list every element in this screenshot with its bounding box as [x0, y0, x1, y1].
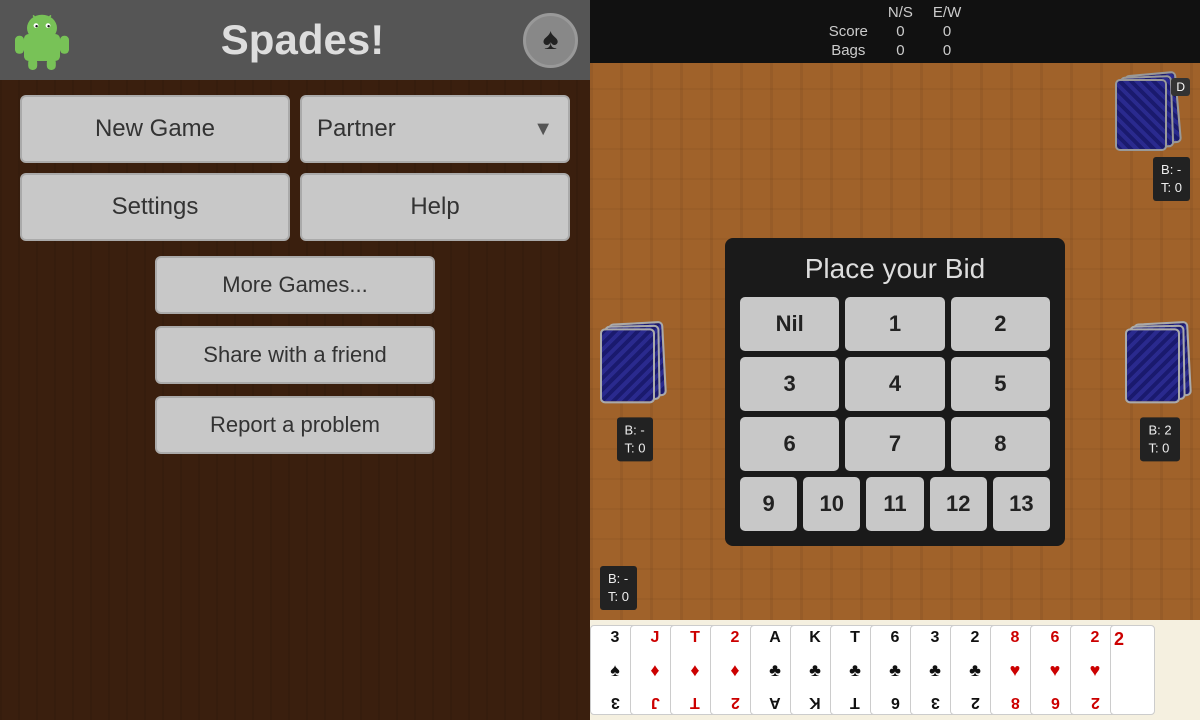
right-panel: N/S E/W Score 0 0 Bags 0 0 D B: - T: 0: [590, 0, 1200, 720]
new-game-button[interactable]: New Game: [20, 95, 290, 163]
ns-score: 0: [888, 23, 913, 40]
report-button[interactable]: Report a problem: [155, 396, 435, 454]
bottom-left-bid: B: -: [608, 570, 629, 588]
left-bid: B: -: [625, 421, 646, 439]
bid-3-button[interactable]: 3: [740, 357, 839, 411]
top-card-stack: D: [1115, 73, 1190, 153]
score-bar: N/S E/W Score 0 0 Bags 0 0: [590, 0, 1200, 63]
bid-9-button[interactable]: 9: [740, 477, 797, 531]
ew-bags: 0: [933, 42, 961, 59]
right-card-stack: [1125, 322, 1195, 412]
ew-score: 0: [933, 23, 961, 40]
card-back: [1115, 79, 1167, 151]
bid-7-button[interactable]: 7: [845, 417, 944, 471]
left-panel: Spades! ♠ New Game Partner ▼ Settings He…: [0, 0, 590, 720]
cards-hand: 3 ♠ 3 J ♦ J T ♦ T 2 ♦ 2 A ♣ A K ♣ K T ♣ …: [590, 620, 1200, 720]
right-bid-box: B: 2 T: 0: [1140, 417, 1179, 461]
main-button-grid: New Game Partner ▼ Settings Help: [0, 80, 590, 251]
ns-label: N/S: [888, 4, 913, 21]
share-button[interactable]: Share with a friend: [155, 326, 435, 384]
spades-icon: ♠: [523, 13, 578, 68]
bid-10-button[interactable]: 10: [803, 477, 860, 531]
bid-5-button[interactable]: 5: [951, 357, 1050, 411]
bags-row-label: Bags: [829, 42, 868, 59]
score-row-label: Score: [829, 23, 868, 40]
right-bid: B: 2: [1148, 421, 1171, 439]
bid-8-button[interactable]: 8: [951, 417, 1050, 471]
partial-card[interactable]: 2: [1110, 625, 1155, 715]
card-back: [600, 328, 655, 403]
score-label: [829, 4, 868, 21]
app-title: Spades!: [82, 16, 523, 64]
more-games-button[interactable]: More Games...: [155, 256, 435, 314]
top-right-tricks: T: 0: [1161, 179, 1182, 197]
right-player: B: 2 T: 0: [1125, 322, 1195, 461]
score-table: N/S E/W Score 0 0 Bags 0 0: [829, 4, 962, 59]
bottom-left-tricks: T: 0: [608, 588, 629, 606]
app-header: Spades! ♠: [0, 0, 590, 80]
top-right-player: D B: - T: 0: [1115, 73, 1190, 201]
top-right-bid: B: -: [1161, 161, 1182, 179]
extra-buttons: More Games... Share with a friend Report…: [0, 251, 590, 459]
bid-dialog-title: Place your Bid: [740, 253, 1050, 285]
ns-bags: 0: [888, 42, 913, 59]
bid-11-button[interactable]: 11: [866, 477, 923, 531]
bid-grid: Nil 1 2 3 4 5 6 7 8: [740, 297, 1050, 471]
partner-label: Partner: [317, 115, 396, 143]
bid-1-button[interactable]: 1: [845, 297, 944, 351]
bid-13-button[interactable]: 13: [993, 477, 1050, 531]
android-logo: [12, 10, 72, 70]
bid-4-button[interactable]: 4: [845, 357, 944, 411]
left-bid-box: B: - T: 0: [617, 417, 654, 461]
bid-dialog: Place your Bid Nil 1 2 3 4 5 6 7 8 9 10 …: [725, 238, 1065, 546]
player-d-label: D: [1171, 78, 1190, 96]
left-tricks: T: 0: [625, 439, 646, 457]
ew-label: E/W: [933, 4, 961, 21]
settings-button[interactable]: Settings: [20, 173, 290, 241]
card-back: [1125, 328, 1180, 403]
bid-2-button[interactable]: 2: [951, 297, 1050, 351]
dropdown-arrow-icon: ▼: [533, 118, 553, 141]
help-button[interactable]: Help: [300, 173, 570, 241]
bid-12-button[interactable]: 12: [930, 477, 987, 531]
bid-nil-button[interactable]: Nil: [740, 297, 839, 351]
bid-grid-bottom: 9 10 11 12 13: [740, 477, 1050, 531]
right-tricks: T: 0: [1148, 439, 1171, 457]
bid-6-button[interactable]: 6: [740, 417, 839, 471]
partner-button[interactable]: Partner ▼: [300, 95, 570, 163]
left-card-stack: [600, 322, 670, 412]
left-player: B: - T: 0: [600, 322, 670, 461]
top-right-bid-box: B: - T: 0: [1153, 157, 1190, 201]
bottom-left-bid-box: B: - T: 0: [600, 566, 637, 610]
